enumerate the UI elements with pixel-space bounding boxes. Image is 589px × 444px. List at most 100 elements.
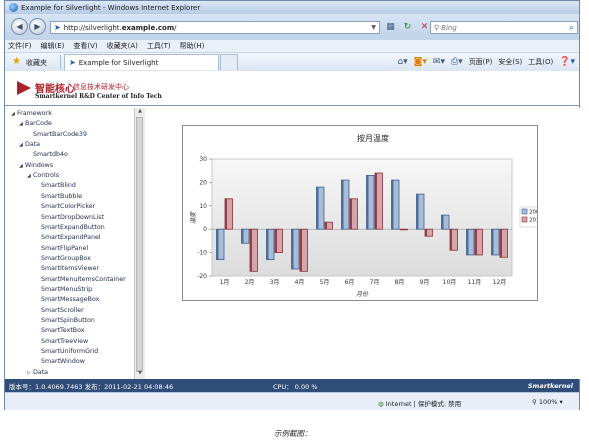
tree-item[interactable]: SmartTextBox — [41, 327, 85, 337]
print-icon[interactable]: ⎙▾ — [451, 57, 463, 67]
chart-panel: 按月温度 温度 月份 -20 -10 0 10 20 30 1月 2月 3月 4月 5月 6月 7月 8月… — [182, 125, 543, 301]
zoom-level[interactable]: ⚲ 100% ▾ — [532, 398, 563, 406]
tree-item-label: SmartExpandButton — [41, 223, 105, 231]
legend-swatch — [521, 208, 528, 215]
title-bar: Example for Silverlight - Windows Intern… — [5, 1, 579, 14]
tree-item[interactable]: Smartdb4o — [33, 151, 68, 161]
tree-item[interactable]: SmartUniformGrid — [41, 348, 98, 358]
temperature-chart: 按月温度 温度 月份 -20 -10 0 10 20 30 1月 2月 3月 4月 5月 6月 7月 8月… — [189, 133, 543, 298]
search-icon[interactable]: ⌕ — [569, 23, 574, 33]
chart-title: 按月温度 — [357, 133, 389, 143]
tree-item-label: SmartItemsViewer — [41, 265, 100, 273]
tree-item[interactable]: ◢ BarCode — [19, 120, 52, 130]
safety-menu[interactable]: 安全(S) — [498, 57, 522, 67]
y-tick-label: 10 — [199, 203, 207, 210]
tree-item[interactable]: SmartExpandPanel — [41, 234, 101, 244]
tree-item-label: SmartTextBox — [41, 327, 85, 335]
bar-shade — [225, 198, 227, 230]
tree-item[interactable]: SmartScroller — [41, 307, 84, 317]
tree-item[interactable]: SmartDropDownList — [41, 214, 104, 224]
help-icon[interactable]: ❓▾ — [559, 57, 575, 67]
tree-item-label: SmartBarCode39 — [33, 130, 87, 138]
brand-text: Smartkernel — [527, 381, 573, 390]
new-tab-button[interactable] — [220, 54, 238, 70]
refresh-icon[interactable]: ↻ — [401, 21, 414, 34]
tree-item-label: Framework — [17, 110, 52, 117]
tree-item[interactable]: SmartFlipPanel — [41, 245, 88, 255]
tree-item[interactable]: SmartMessageBox — [41, 296, 99, 306]
tree-item-label: SmartBubble — [41, 192, 82, 200]
page-icon: ➤ — [54, 23, 61, 32]
feeds-icon[interactable]: ◙▾ — [414, 57, 427, 67]
scroll-thumb[interactable] — [136, 117, 143, 372]
bar-shade — [500, 229, 502, 258]
menu-tools[interactable]: 工具(T) — [147, 41, 171, 51]
tree-item[interactable]: SmartSpinButton — [41, 317, 95, 327]
home-icon[interactable]: ⌂▾ — [397, 57, 407, 67]
tree-item-label: SmartDropDownList — [41, 213, 105, 221]
tree-item[interactable]: SmartBubble — [41, 193, 82, 203]
tree-item[interactable]: SmartExpandButton — [41, 224, 105, 234]
y-tick-label: 0 — [203, 226, 207, 233]
tree-item[interactable]: SmartMenuStrip — [41, 286, 92, 296]
tree-item[interactable]: ◢ Controls — [27, 172, 59, 182]
tree-scrollbar[interactable]: ▲ ▼ — [134, 108, 145, 379]
back-button[interactable]: ◀ — [11, 18, 28, 35]
menu-edit[interactable]: 编辑(E) — [41, 41, 65, 51]
tree-item[interactable]: SmartWindow — [41, 358, 85, 368]
bar-shade — [266, 229, 269, 260]
tree-item[interactable]: SmartMenuItemsContainer — [41, 276, 126, 286]
page-menu[interactable]: 页面(P) — [469, 57, 493, 67]
tree-item[interactable]: SmartColorPicker — [41, 203, 95, 213]
tree-item[interactable]: SmartBlind — [41, 182, 76, 192]
compatibility-view-icon[interactable]: ▦ — [384, 21, 397, 34]
bar-shade — [216, 229, 219, 260]
tree-item-label: SmartBlind — [41, 182, 76, 190]
bar-shade — [425, 229, 427, 237]
tab-example[interactable]: ➤ Example for Silverlight — [64, 54, 219, 70]
tree-item[interactable]: SmartTreeView — [41, 338, 88, 348]
tree-item[interactable]: SmartGroupBox — [41, 255, 91, 265]
tree-item[interactable]: ◢ Windows — [19, 162, 53, 172]
address-row: ◀ ▶ ➤ http://silverlight.example.com/ ▼ … — [5, 14, 579, 39]
x-tick-label: 12月 — [493, 279, 507, 286]
y-axis-label: 温度 — [189, 211, 197, 224]
ie-logo-icon — [9, 3, 18, 12]
bar-shade — [300, 229, 302, 272]
x-tick-label: 6月 — [345, 279, 355, 286]
address-dropdown-icon[interactable]: ▼ — [371, 24, 376, 31]
bar-shade — [375, 173, 377, 230]
caption: 示例截图： — [274, 429, 312, 438]
favorites-bar: ★ 收藏夹 ➤ Example for Silverlight ⌂▾ ◙▾ ✉▾… — [5, 52, 579, 72]
tree-item-label: SmartGroupBox — [41, 254, 91, 262]
tools-menu[interactable]: 工具(O) — [528, 57, 553, 67]
scroll-up-icon[interactable]: ▲ — [135, 108, 145, 117]
menu-help[interactable]: 帮助(H) — [180, 41, 205, 51]
security-zone[interactable]: ◍ Internet | 保护模式: 禁用 — [378, 398, 461, 408]
tree-item-label: Smartdb4o — [33, 151, 68, 159]
logo-cn-sub: 信息技术研发中心 — [73, 83, 129, 91]
menu-file[interactable]: 文件(F) — [8, 41, 32, 51]
favorites-label[interactable]: 收藏夹 — [26, 58, 47, 68]
forward-button[interactable]: ▶ — [29, 18, 46, 35]
tree-item-label: SmartFlipPanel — [41, 244, 89, 252]
logo-en: Smartkernel R&D Center of Info Tech — [35, 93, 162, 100]
menu-view[interactable]: 查看(V) — [73, 41, 97, 51]
bar-shade — [450, 229, 452, 251]
tree-item[interactable]: ◢ Data — [19, 141, 40, 151]
tree-item[interactable]: ▷ Data — [27, 369, 48, 379]
scroll-down-icon[interactable]: ▼ — [135, 370, 145, 379]
search-box[interactable]: ⚲ Bing ⌕ — [430, 21, 578, 34]
tree-item-label: SmartMenuItemsContainer — [41, 275, 126, 283]
mail-icon[interactable]: ✉▾ — [433, 57, 445, 67]
bar-shade — [391, 180, 394, 230]
tree-item-label: SmartScroller — [41, 306, 84, 314]
tree-item[interactable]: ◢ Framework — [11, 110, 52, 120]
tree-item[interactable]: SmartItemsViewer — [41, 265, 99, 275]
cpu-text: CPU： 0.00 % — [273, 382, 318, 391]
tree-item[interactable]: SmartBarCode39 — [33, 131, 87, 141]
favorites-star-icon[interactable]: ★ — [12, 56, 21, 67]
menu-favorites[interactable]: 收藏夹(A) — [107, 41, 138, 51]
address-bar[interactable]: ➤ http://silverlight.example.com/ ▼ — [50, 21, 380, 34]
tree-item-label: SmartSpinButton — [41, 317, 95, 324]
